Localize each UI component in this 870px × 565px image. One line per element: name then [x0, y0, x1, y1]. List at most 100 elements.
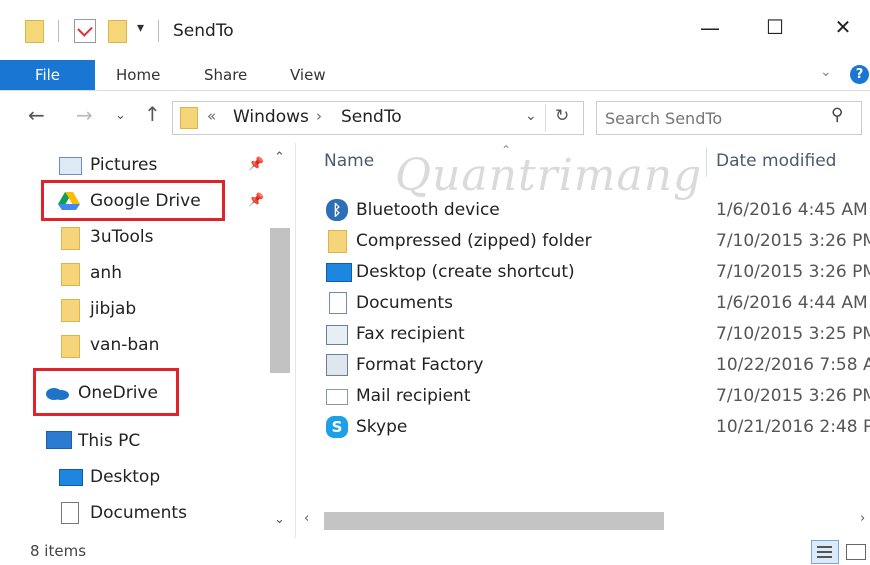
- customize-toolbar-icon[interactable]: ▾: [137, 20, 144, 36]
- column-header-date-modified[interactable]: Date modified: [716, 151, 836, 171]
- large-icons-view-icon[interactable]: [846, 544, 866, 560]
- minimize-button[interactable]: —: [695, 16, 725, 40]
- back-arrow-icon[interactable]: ←: [28, 103, 45, 127]
- desktop-icon: [326, 263, 352, 282]
- tab-home[interactable]: Home: [116, 60, 160, 90]
- format-factory-icon: [326, 354, 348, 376]
- documents-icon: [329, 292, 347, 314]
- breadcrumb-separator: ›: [316, 107, 322, 125]
- nav-item-pictures[interactable]: Pictures: [46, 148, 246, 182]
- breadcrumb-windows[interactable]: Windows: [233, 107, 309, 127]
- nav-item-label: This PC: [78, 431, 141, 451]
- status-bar: 8 items: [0, 538, 870, 565]
- skype-icon: S: [326, 416, 348, 438]
- scroll-down-icon[interactable]: ⌄: [274, 512, 285, 527]
- toolbar-separator: [58, 20, 59, 42]
- documents-icon: [61, 502, 79, 524]
- nav-item-label: jibjab: [90, 299, 137, 319]
- file-date: 7/10/2015 3:25 PM: [716, 324, 870, 344]
- nav-item-label: Pictures: [90, 155, 158, 175]
- up-arrow-icon[interactable]: ↑: [144, 102, 161, 126]
- nav-item-label: Google Drive: [90, 191, 201, 211]
- search-input[interactable]: [603, 106, 817, 130]
- chevron-down-icon[interactable]: ⌄: [820, 64, 832, 80]
- file-row-fax-recipient[interactable]: Fax recipient 7/10/2015 3:25 PM: [296, 319, 870, 350]
- folder-icon: [61, 335, 80, 358]
- nav-item-label: OneDrive: [78, 383, 158, 403]
- file-date: 1/6/2016 4:44 AM: [716, 293, 868, 313]
- nav-item-label: Desktop: [90, 467, 161, 487]
- folder-icon[interactable]: [25, 20, 44, 43]
- this-pc-icon: [46, 431, 72, 449]
- nav-item-desktop[interactable]: Desktop: [46, 460, 246, 494]
- window-title: SendTo: [173, 21, 234, 41]
- onedrive-icon: [46, 388, 69, 400]
- file-row-documents[interactable]: Documents 1/6/2016 4:44 AM: [296, 288, 870, 319]
- breadcrumb-sendto[interactable]: SendTo: [341, 107, 402, 127]
- nav-item-onedrive[interactable]: OneDrive: [34, 376, 170, 410]
- nav-item-3utools[interactable]: 3uTools: [46, 220, 246, 254]
- file-name: Fax recipient: [356, 324, 465, 344]
- nav-item-google-drive[interactable]: Google Drive: [46, 184, 216, 218]
- new-folder-icon[interactable]: [108, 20, 127, 43]
- file-date: 1/6/2016 4:45 AM: [716, 200, 868, 220]
- file-row-mail-recipient[interactable]: Mail recipient 7/10/2015 3:26 PM: [296, 381, 870, 412]
- title-bar: ▾ SendTo — ☐ ✕: [0, 0, 870, 60]
- nav-scrollbar-thumb[interactable]: [270, 228, 290, 373]
- details-view-icon[interactable]: [811, 540, 839, 564]
- address-bar[interactable]: « Windows › SendTo ⌄ ↻: [172, 101, 584, 135]
- navigation-bar: ← → ⌄ ↑ « Windows › SendTo ⌄ ↻ ⚲: [0, 91, 870, 143]
- file-name: Documents: [356, 293, 453, 313]
- breadcrumb-overflow[interactable]: «: [207, 107, 216, 125]
- bluetooth-icon: ᛒ: [326, 199, 348, 221]
- nav-item-documents[interactable]: Documents: [46, 496, 246, 530]
- help-icon[interactable]: ?: [850, 65, 869, 84]
- nav-item-anh[interactable]: anh: [46, 256, 246, 290]
- scroll-right-icon[interactable]: ›: [860, 511, 865, 526]
- file-row-format-factory[interactable]: Format Factory 10/22/2016 7:58 AM: [296, 350, 870, 381]
- column-header-name[interactable]: Name: [324, 151, 374, 171]
- nav-item-label: anh: [90, 263, 122, 283]
- tab-file[interactable]: File: [0, 60, 95, 90]
- nav-item-jibjab[interactable]: jibjab: [46, 292, 246, 326]
- title-separator: [158, 20, 159, 42]
- nav-item-van-ban[interactable]: van-ban: [46, 328, 246, 362]
- scroll-up-icon[interactable]: ⌃: [274, 150, 285, 165]
- google-drive-icon: [58, 192, 80, 210]
- folder-icon: [61, 227, 80, 250]
- ribbon-tabs: File Home Share View ⌄ ?: [0, 60, 870, 91]
- close-button[interactable]: ✕: [828, 15, 858, 39]
- tab-view[interactable]: View: [290, 60, 326, 90]
- zip-folder-icon: [328, 230, 347, 253]
- tab-share[interactable]: Share: [204, 60, 247, 90]
- nav-item-label: van-ban: [90, 335, 160, 355]
- nav-item-this-pc[interactable]: This PC: [34, 424, 234, 458]
- folder-icon: [180, 107, 198, 129]
- file-row-desktop-shortcut[interactable]: Desktop (create shortcut) 7/10/2015 3:26…: [296, 257, 870, 288]
- search-box[interactable]: ⚲: [596, 101, 862, 135]
- recent-locations-icon[interactable]: ⌄: [115, 108, 126, 123]
- desktop-icon: [59, 469, 83, 486]
- item-count: 8 items: [30, 542, 87, 560]
- file-name: Compressed (zipped) folder: [356, 231, 592, 251]
- pin-icon[interactable]: 📌: [248, 193, 264, 208]
- scroll-left-icon[interactable]: ‹: [304, 511, 309, 526]
- forward-arrow-icon[interactable]: →: [76, 103, 93, 127]
- file-row-skype[interactable]: S Skype 10/21/2016 2:48 PM: [296, 412, 870, 443]
- pin-icon[interactable]: 📌: [248, 157, 264, 172]
- properties-icon[interactable]: [74, 19, 96, 43]
- refresh-icon[interactable]: ↻: [555, 106, 569, 126]
- maximize-button[interactable]: ☐: [760, 15, 790, 39]
- horizontal-scrollbar-thumb[interactable]: [324, 512, 664, 530]
- file-name: Format Factory: [356, 355, 484, 375]
- file-name: Desktop (create shortcut): [356, 262, 575, 282]
- fax-icon: [326, 325, 348, 345]
- file-name: Mail recipient: [356, 386, 471, 406]
- address-dropdown-icon[interactable]: ⌄: [525, 108, 537, 124]
- address-divider: [545, 104, 546, 132]
- search-icon[interactable]: ⚲: [831, 105, 843, 125]
- folder-icon: [61, 263, 80, 286]
- file-row-compressed-folder[interactable]: Compressed (zipped) folder 7/10/2015 3:2…: [296, 226, 870, 257]
- column-divider[interactable]: [706, 147, 707, 177]
- nav-item-label: Documents: [90, 503, 187, 523]
